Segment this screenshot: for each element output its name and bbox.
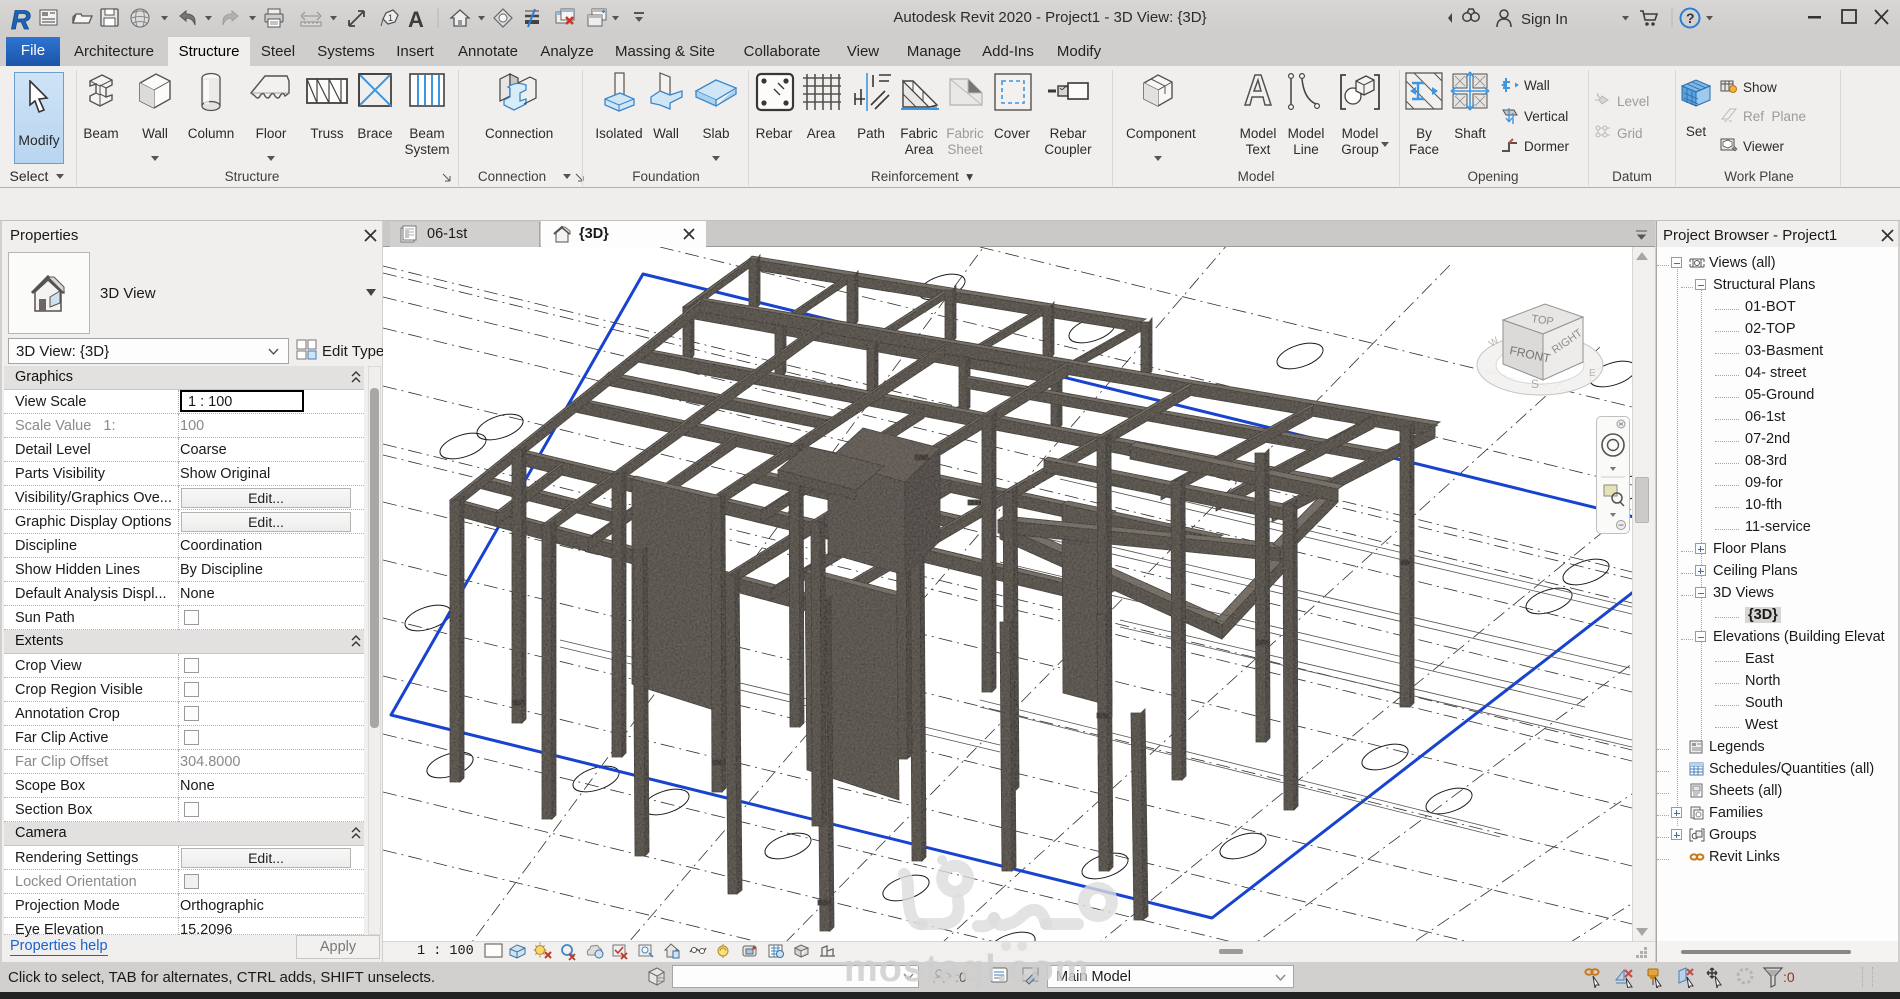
svg-text:R: R: [11, 5, 31, 35]
svg-text:E: E: [1589, 368, 1596, 379]
svg-text:?: ?: [1686, 10, 1695, 26]
svg-text:1: 1: [388, 13, 393, 23]
svg-text:A: A: [408, 7, 424, 32]
svg-text:S: S: [1531, 377, 1539, 391]
svg-text:Sign In: Sign In: [1521, 11, 1568, 28]
svg-text:mostaql.com: mostaql.com: [844, 948, 1089, 990]
